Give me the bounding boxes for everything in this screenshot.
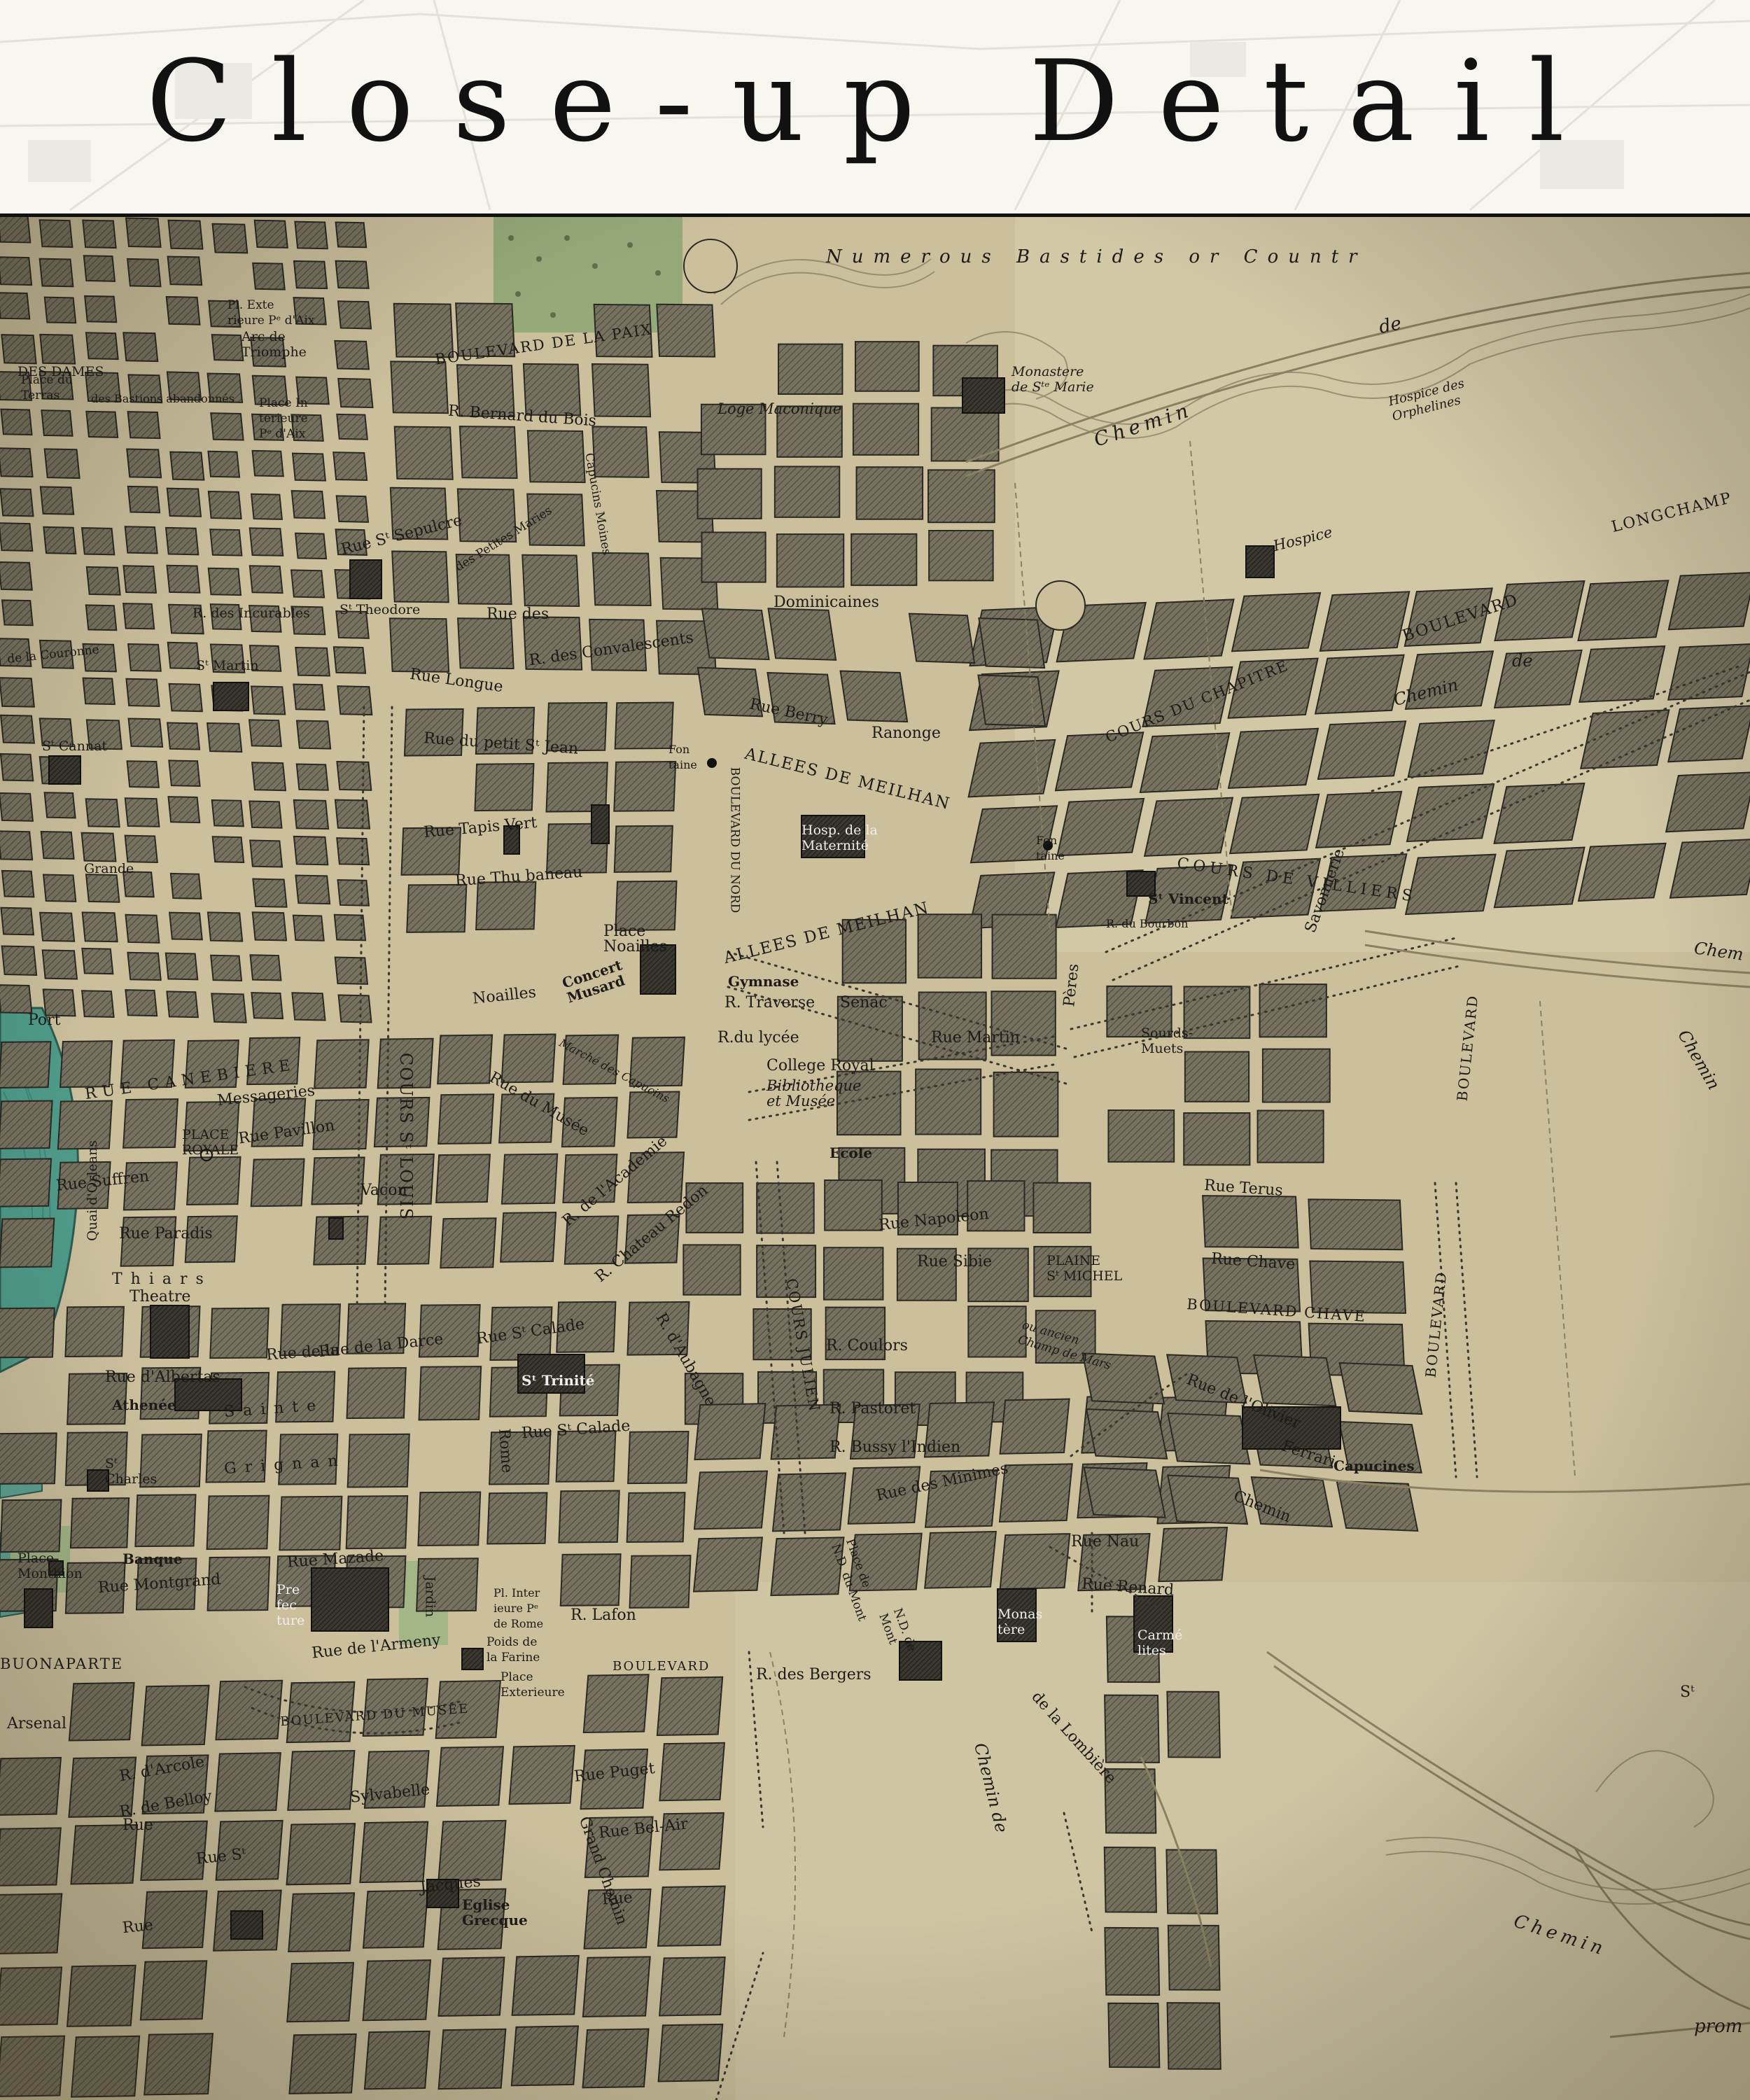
header-band: Close-up Detail [0,0,1750,214]
label-rue-bottom-2: Rue [122,1816,153,1834]
label-loge-maconique: Loge Maconique [718,400,842,417]
label-bastions: des Bastions abandonnés [91,392,235,405]
label-st-right: Sᵗ [1680,1684,1695,1701]
label-rue-nau: Rue Nau [1071,1533,1140,1550]
label-rue-des: Rue des [486,606,550,623]
label-r-bussy: R. Bussy l'Indien [830,1438,961,1456]
label-pl-exterieure-aix: Pl. Exte rieure Pᵉ d'Aix [227,298,315,328]
label-port: Port [28,1011,61,1029]
label-arc-de-triomphe: Arc de Triomphe [241,329,307,360]
map-closeup: Numerous Bastides or Countr BOULEVARD DE… [0,217,1750,2100]
label-place-royale: PLACE ROYALE [182,1127,239,1158]
label-capucines: Capucines [1334,1457,1415,1474]
label-r-des-incurables: R. des Incurables [192,606,310,621]
label-pl-interieure-rome: Pl. Inter ieure Pᵉ de Rome [493,1586,544,1630]
label-dominicaines: Dominicaines [774,594,879,611]
label-buonaparte: BUONAPARTE [0,1656,124,1672]
label-de-right: de [1512,651,1533,671]
label-rue-bottom: Rue [121,1916,154,1938]
label-prom: prom [1694,2016,1743,2037]
label-gymnase: Gymnase [728,973,799,990]
label-ecole: Ecole [830,1144,873,1161]
label-thiars: Thiars [112,1270,212,1288]
label-r-traverse: R. Traverse [724,994,816,1011]
label-st-cannat: Sᵗ Cannat [42,738,108,754]
label-ranonge: Ranonge [872,724,941,742]
label-plaine-st-michel: PLAINE Sᵗ MICHEL [1046,1253,1123,1284]
label-place-interieure-aix: Place In terieure Pᵉ d'Aix [259,396,308,441]
label-st-vincent: Sᵗ Vincent [1148,890,1228,907]
label-grande: Grande [84,861,134,876]
label-numerous-bastides: Numerous Bastides or Countr [826,246,1367,267]
label-r-coulors: R. Coulors [826,1337,908,1354]
label-college-royal: College Royal [766,1057,874,1074]
label-jardin: Jardin [422,1576,438,1618]
label-boulevard-du-nord: BOULEVARD DU NORD [727,766,742,913]
label-rue-paradis: Rue Paradis [119,1225,213,1242]
label-rue-bottom-3: Rue [601,1889,634,1909]
label-hosp-maternite: Hosp. de la Maternité [802,822,878,853]
label-rue-martin: Rue Martin [931,1029,1020,1046]
label-boulevard-bottom: BOULEVARD [612,1659,710,1674]
label-r-pastoret: R. Pastoret [830,1400,916,1418]
label-arsenal: Arsenal [7,1715,67,1732]
label-st-trinite: Sᵗ Trinité [522,1372,595,1389]
label-place-noailles: Place Noailles [603,923,668,955]
label-rome: Rome [495,1427,516,1474]
age-vignette [0,217,1750,2100]
label-r-du-bourbon: R. du Bourbon [1106,917,1189,930]
label-vacon: Vacon [360,1182,407,1199]
label-bibliotheque: Bibliotheque et Musée [766,1077,862,1110]
label-prefecture: Pre fec ture [276,1582,305,1628]
label-banque: Banque [122,1550,183,1567]
label-r-lafon: R. Lafon [570,1606,636,1624]
map-drawing [0,217,1750,2100]
label-fontaine-2: Fon taine [1036,834,1065,862]
label-r-du-lycee: R.du lycée [718,1029,799,1046]
label-st-charles: Sᵗ Charles [105,1456,158,1487]
label-monastere: Monastere de Sᵗᵉ Marie [1011,364,1094,395]
label-fontaine-1: Fon taine [668,743,697,771]
label-poids-de-farine: Poids de la Farine [486,1635,540,1665]
page-title: Close-up Detail [146,36,1604,167]
label-rue-sibie: Rue Sibie [917,1253,992,1270]
label-theatre: Theatre [130,1288,191,1306]
label-place-du-terras: Place du Terras [21,373,73,402]
label-r-des-bergers: R. des Bergers [756,1666,872,1684]
label-rue-d-albertas: Rue d'Albertas [105,1368,220,1386]
label-st-martin: Sᵗ Martin [196,658,259,673]
label-place-exterieure: Place Exterieure [500,1670,565,1700]
label-athenee: Athenée [112,1396,176,1413]
label-st-theodore: Sᵗ Theodore [340,602,421,617]
label-carmelites: Carmé lites [1138,1628,1183,1658]
label-senac: Senac [840,994,888,1011]
label-eglise-grecque: Eglise Grecque [462,1896,528,1928]
label-sourds-muets: Sourds- Muets [1141,1026,1194,1056]
label-monastere-2: Monas tère [997,1606,1043,1637]
label-place-monthion: Place Monthion [18,1550,83,1581]
